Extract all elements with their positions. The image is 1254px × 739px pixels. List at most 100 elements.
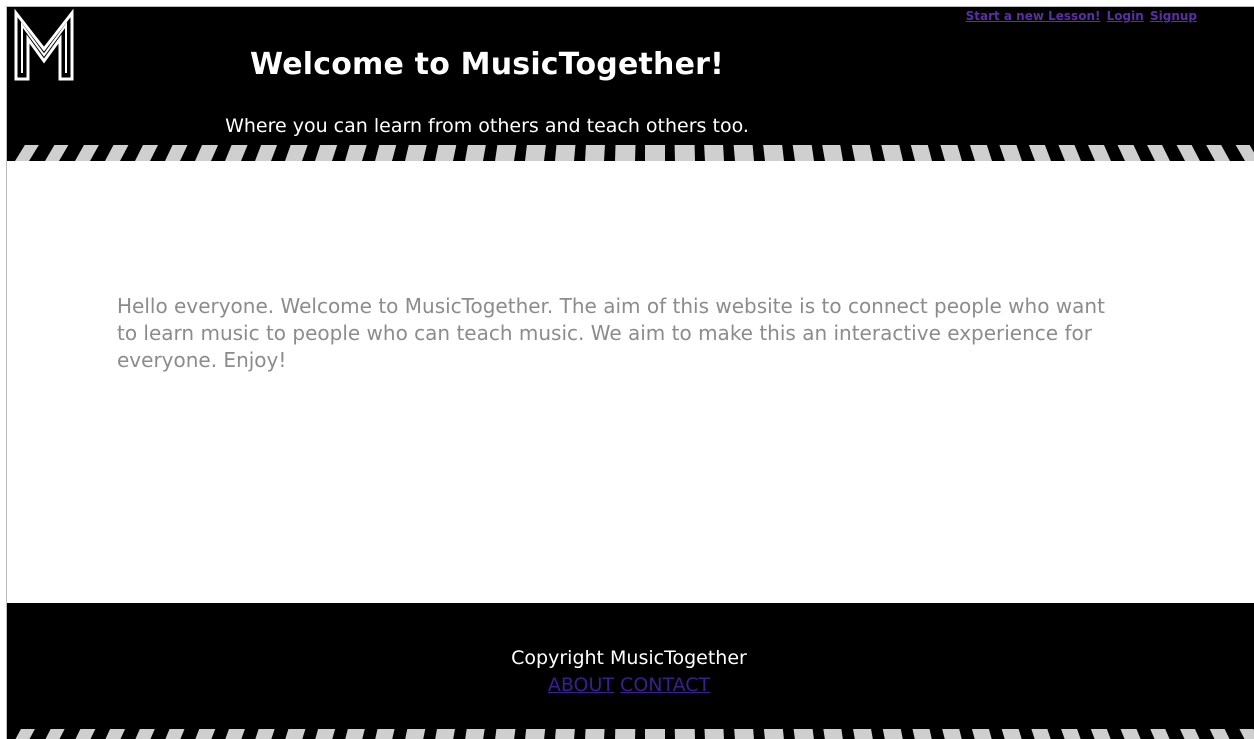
- piano-key: [1239, 729, 1254, 739]
- main-content: Hello everyone. Welcome to MusicTogether…: [7, 161, 1254, 603]
- piano-key: [645, 145, 666, 161]
- piano-key: [674, 145, 695, 161]
- piano-key: [135, 729, 155, 739]
- piano-key: [105, 145, 129, 161]
- piano-key: [225, 729, 245, 739]
- piano-key: [525, 145, 546, 161]
- piano-key: [734, 729, 754, 739]
- piano-key: [375, 145, 397, 161]
- piano-key: [704, 145, 724, 161]
- piano-key: [1117, 145, 1141, 161]
- piano-key: [255, 145, 278, 161]
- piano-key: [1120, 729, 1141, 739]
- page-subtitle: Where you can learn from others and teac…: [225, 115, 749, 137]
- piano-key: [912, 729, 932, 739]
- contact-link[interactable]: CONTACT: [620, 674, 710, 696]
- piano-key: [75, 729, 96, 739]
- piano-key: [1176, 145, 1200, 161]
- piano-key: [763, 729, 784, 739]
- piano-key: [315, 729, 336, 739]
- piano-key: [822, 145, 843, 161]
- piano-key: [733, 145, 754, 161]
- piano-key: [15, 145, 39, 161]
- piano-key: [435, 145, 457, 161]
- piano-key: [942, 729, 962, 739]
- piano-key: [1061, 729, 1081, 739]
- piano-key: [255, 729, 275, 739]
- piano-key: [165, 729, 185, 739]
- piano-key: [195, 145, 219, 161]
- piano-key: [525, 729, 546, 739]
- piano-key: [585, 145, 605, 161]
- piano-key: [674, 729, 695, 739]
- piano-key: [465, 729, 485, 739]
- piano-key: [1209, 729, 1230, 739]
- piano-key: [1058, 145, 1081, 161]
- piano-key: [763, 145, 784, 161]
- piano-key: [345, 145, 367, 161]
- piano-key: [969, 145, 992, 161]
- piano-key: [823, 729, 843, 739]
- piano-key: [1150, 729, 1170, 739]
- copyright-text: Copyright MusicTogether: [511, 647, 747, 669]
- piano-key: [345, 729, 365, 739]
- piano-key: [75, 145, 99, 161]
- piano-key: [1090, 729, 1111, 739]
- about-link[interactable]: ABOUT: [548, 674, 614, 696]
- piano-key: [645, 729, 666, 739]
- piano-key: [971, 729, 992, 739]
- piano-key: [495, 729, 516, 739]
- piano-key: [135, 145, 158, 161]
- piano-key: [315, 145, 338, 161]
- login-link[interactable]: Login: [1107, 9, 1144, 23]
- piano-key: [285, 729, 306, 739]
- piano-key: [555, 145, 576, 161]
- piano-key: [615, 729, 636, 739]
- piano-key: [405, 145, 427, 161]
- top-nav: Start a new Lesson! Login Signup: [964, 9, 1197, 23]
- piano-key: [435, 729, 455, 739]
- piano-key: [105, 729, 126, 739]
- piano-key: [882, 729, 903, 739]
- piano-key: [1206, 145, 1230, 161]
- site-footer: Copyright MusicTogether ABOUT CONTACT: [7, 603, 1254, 739]
- piano-key: [999, 145, 1022, 161]
- piano-key: [285, 145, 308, 161]
- site-header: Start a new Lesson! Login Signup Welcome…: [7, 7, 1254, 161]
- start-lesson-link[interactable]: Start a new Lesson!: [966, 9, 1101, 23]
- piano-key: [851, 145, 873, 161]
- piano-key: [465, 145, 486, 161]
- piano-key: [405, 729, 426, 739]
- piano-key: [1088, 145, 1111, 161]
- piano-key: [375, 729, 395, 739]
- piano-key: [1031, 729, 1051, 739]
- piano-key: [555, 729, 575, 739]
- piano-key: [225, 145, 248, 161]
- piano-key: [495, 145, 517, 161]
- piano-key: [45, 145, 69, 161]
- piano-key: [195, 729, 216, 739]
- piano-key: [910, 145, 932, 161]
- piano-keys-icon: [15, 729, 1254, 739]
- footer-links: ABOUT CONTACT: [7, 674, 1251, 696]
- piano-key: [881, 145, 903, 161]
- piano-key: [15, 729, 35, 739]
- piano-key: [615, 145, 636, 161]
- piano-key: [585, 729, 605, 739]
- piano-key: [165, 145, 188, 161]
- piano-key: [792, 145, 814, 161]
- piano-key: [793, 729, 814, 739]
- piano-key: [45, 729, 65, 739]
- piano-key: [853, 729, 873, 739]
- piano-key: [1147, 145, 1170, 161]
- piano-key: [1235, 145, 1254, 161]
- intro-text: Hello everyone. Welcome to MusicTogether…: [117, 294, 1105, 372]
- piano-key: [704, 729, 724, 739]
- piano-key: [940, 145, 962, 161]
- piano-key: [1001, 729, 1022, 739]
- page-title: Welcome to MusicTogether!: [249, 47, 725, 82]
- signup-link[interactable]: Signup: [1150, 9, 1197, 23]
- piano-key: [1179, 729, 1200, 739]
- page-frame: Start a new Lesson! Login Signup Welcome…: [6, 6, 1254, 739]
- piano-keys-icon: [15, 145, 1254, 161]
